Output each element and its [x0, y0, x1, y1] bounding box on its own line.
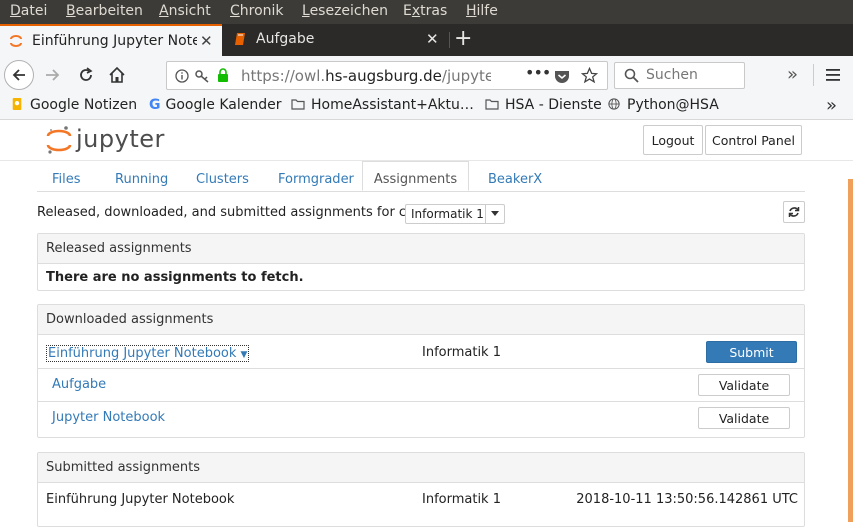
bookmark-folder-homeassistant[interactable]: HomeAssistant+Aktu… [291, 97, 474, 113]
assignment-dropdown-link[interactable]: Einführung Jupyter Notebook ▼ [46, 345, 250, 362]
submitted-timestamp: 2018-10-11 13:50:56.142861 UTC [576, 492, 798, 507]
tab-running[interactable]: Running [115, 172, 168, 187]
tab-clusters[interactable]: Clusters [196, 172, 249, 187]
browser-tab-title: Aufgabe [256, 31, 315, 47]
search-icon [624, 68, 639, 83]
back-button[interactable] [4, 60, 34, 90]
menu-item-bearbeiten[interactable]: Bearbeiten [66, 3, 143, 19]
page-actions-icon[interactable]: ••• [525, 63, 551, 82]
back-arrow-icon [12, 69, 25, 81]
tab-assignments[interactable]: Assignments [362, 161, 469, 191]
menu-item-chronik[interactable]: Chronik [230, 3, 284, 19]
bookmarks-overflow-icon[interactable]: » [826, 95, 837, 116]
bookmark-python-hsa[interactable]: Python@HSA [607, 97, 719, 113]
google-keep-icon [12, 98, 22, 110]
table-row: Jupyter Notebook Validate [38, 402, 804, 437]
menu-item-lesezeichen[interactable]: Lesezeichen [302, 3, 388, 19]
jupyter-logo-text[interactable]: jupyter [76, 125, 165, 153]
panel-heading: Downloaded assignments [38, 305, 804, 335]
jupyter-page: jupyter Logout Control Panel Files Runni… [0, 120, 853, 527]
browser-tab-title: Einführung Jupyter Notebook [32, 33, 197, 49]
jupyter-favicon-icon [10, 35, 22, 47]
main-nav-tabs: Files Running Clusters Formgrader Assign… [37, 161, 805, 192]
control-panel-button[interactable]: Control Panel [705, 125, 802, 155]
close-tab-icon[interactable]: ✕ [200, 32, 213, 50]
panel-heading: Submitted assignments [38, 453, 804, 483]
page-scrollbar[interactable] [848, 179, 853, 522]
tab-beakerx[interactable]: BeakerX [488, 172, 542, 187]
course-select-value: Informatik 1 [411, 207, 484, 221]
table-row: Einführung Jupyter Notebook ▼ Informatik… [38, 335, 804, 369]
course-label: Released, downloaded, and submitted assi… [37, 205, 447, 220]
search-placeholder: Suchen [646, 67, 698, 83]
empty-message: There are no assignments to fetch. [46, 270, 304, 285]
assignment-course: Informatik 1 [422, 345, 501, 360]
submitted-assignment-name: Einführung Jupyter Notebook [46, 492, 235, 507]
search-field[interactable]: Suchen [614, 62, 745, 89]
menu-bar: Datei Bearbeiten Ansicht Chronik Lesezei… [0, 0, 853, 24]
notebook-link-jupyter-notebook[interactable]: Jupyter Notebook [52, 410, 165, 425]
navigation-toolbar: https://owl.hs-augsburg.de/jupyter/u •••… [0, 56, 853, 95]
google-g-icon: G [149, 97, 161, 113]
tab-files[interactable]: Files [52, 172, 81, 187]
list-item: There are no assignments to fetch. [38, 264, 804, 290]
validate-button[interactable]: Validate [698, 374, 790, 396]
jupyter-logo-icon[interactable] [46, 125, 72, 155]
select-divider [485, 205, 486, 223]
url-bar[interactable]: https://owl.hs-augsburg.de/jupyter/u ••• [166, 61, 608, 90]
tab-formgrader[interactable]: Formgrader [278, 172, 354, 187]
submit-button[interactable]: Submit [706, 341, 797, 363]
info-icon[interactable] [175, 69, 189, 83]
close-tab-icon[interactable]: ✕ [426, 30, 439, 48]
table-row: Aufgabe Validate [38, 369, 804, 402]
folder-icon [291, 99, 305, 110]
pocket-icon[interactable] [554, 69, 570, 84]
globe-icon [608, 98, 620, 110]
released-assignments-panel: Released assignments There are no assign… [37, 233, 805, 291]
table-row: Einführung Jupyter Notebook Informatik 1… [38, 483, 804, 515]
notebook-link-aufgabe[interactable]: Aufgabe [52, 377, 106, 392]
overflow-chevron-icon[interactable]: » [787, 64, 798, 85]
tab-bar: Einführung Jupyter Notebook ✕ Aufgabe ✕ [0, 24, 853, 56]
bookmark-google-kalender[interactable]: G Google Kalender [149, 97, 281, 113]
menu-item-ansicht[interactable]: Ansicht [159, 3, 211, 19]
home-icon[interactable] [108, 66, 126, 84]
hamburger-menu-icon[interactable] [826, 69, 840, 81]
notebook-favicon-icon [235, 33, 245, 45]
submitted-assignments-panel: Submitted assignments Einführung Jupyter… [37, 452, 805, 527]
bookmark-star-icon[interactable] [581, 67, 598, 84]
browser-tab-aufgabe[interactable]: Aufgabe ✕ [224, 24, 446, 56]
lock-icon[interactable] [216, 68, 230, 83]
refresh-button[interactable] [783, 201, 805, 223]
bookmarks-toolbar: Google Notizen G Google Kalender HomeAssi… [0, 95, 853, 120]
submitted-assignment-course: Informatik 1 [422, 492, 501, 507]
bookmark-folder-hsa-dienste[interactable]: HSA - Dienste [485, 97, 602, 113]
logout-button[interactable]: Logout [643, 125, 703, 155]
panel-heading: Released assignments [38, 234, 804, 264]
refresh-icon [788, 207, 800, 217]
url-text[interactable]: https://owl.hs-augsburg.de/jupyter/u [241, 67, 491, 85]
bookmark-google-notizen[interactable]: Google Notizen [10, 97, 137, 113]
key-icon[interactable] [195, 69, 210, 83]
validate-button[interactable]: Validate [698, 407, 790, 429]
downloaded-assignments-panel: Downloaded assignments Einführung Jupyte… [37, 304, 805, 438]
menu-item-hilfe[interactable]: Hilfe [466, 3, 498, 19]
folder-icon [485, 99, 499, 110]
browser-tab-jupyter[interactable]: Einführung Jupyter Notebook ✕ [0, 24, 222, 56]
new-tab-icon[interactable]: + [454, 28, 472, 50]
course-select[interactable]: Informatik 1 [405, 204, 505, 224]
caret-down-icon [491, 211, 499, 216]
tab-separator [449, 32, 450, 48]
menu-item-datei[interactable]: Datei [10, 3, 47, 19]
caret-down-icon: ▼ [240, 350, 248, 360]
menu-item-extras[interactable]: Extras [403, 3, 447, 19]
reload-icon[interactable] [77, 66, 95, 84]
forward-arrow-icon[interactable] [44, 67, 62, 83]
toolbar-separator [813, 64, 814, 86]
